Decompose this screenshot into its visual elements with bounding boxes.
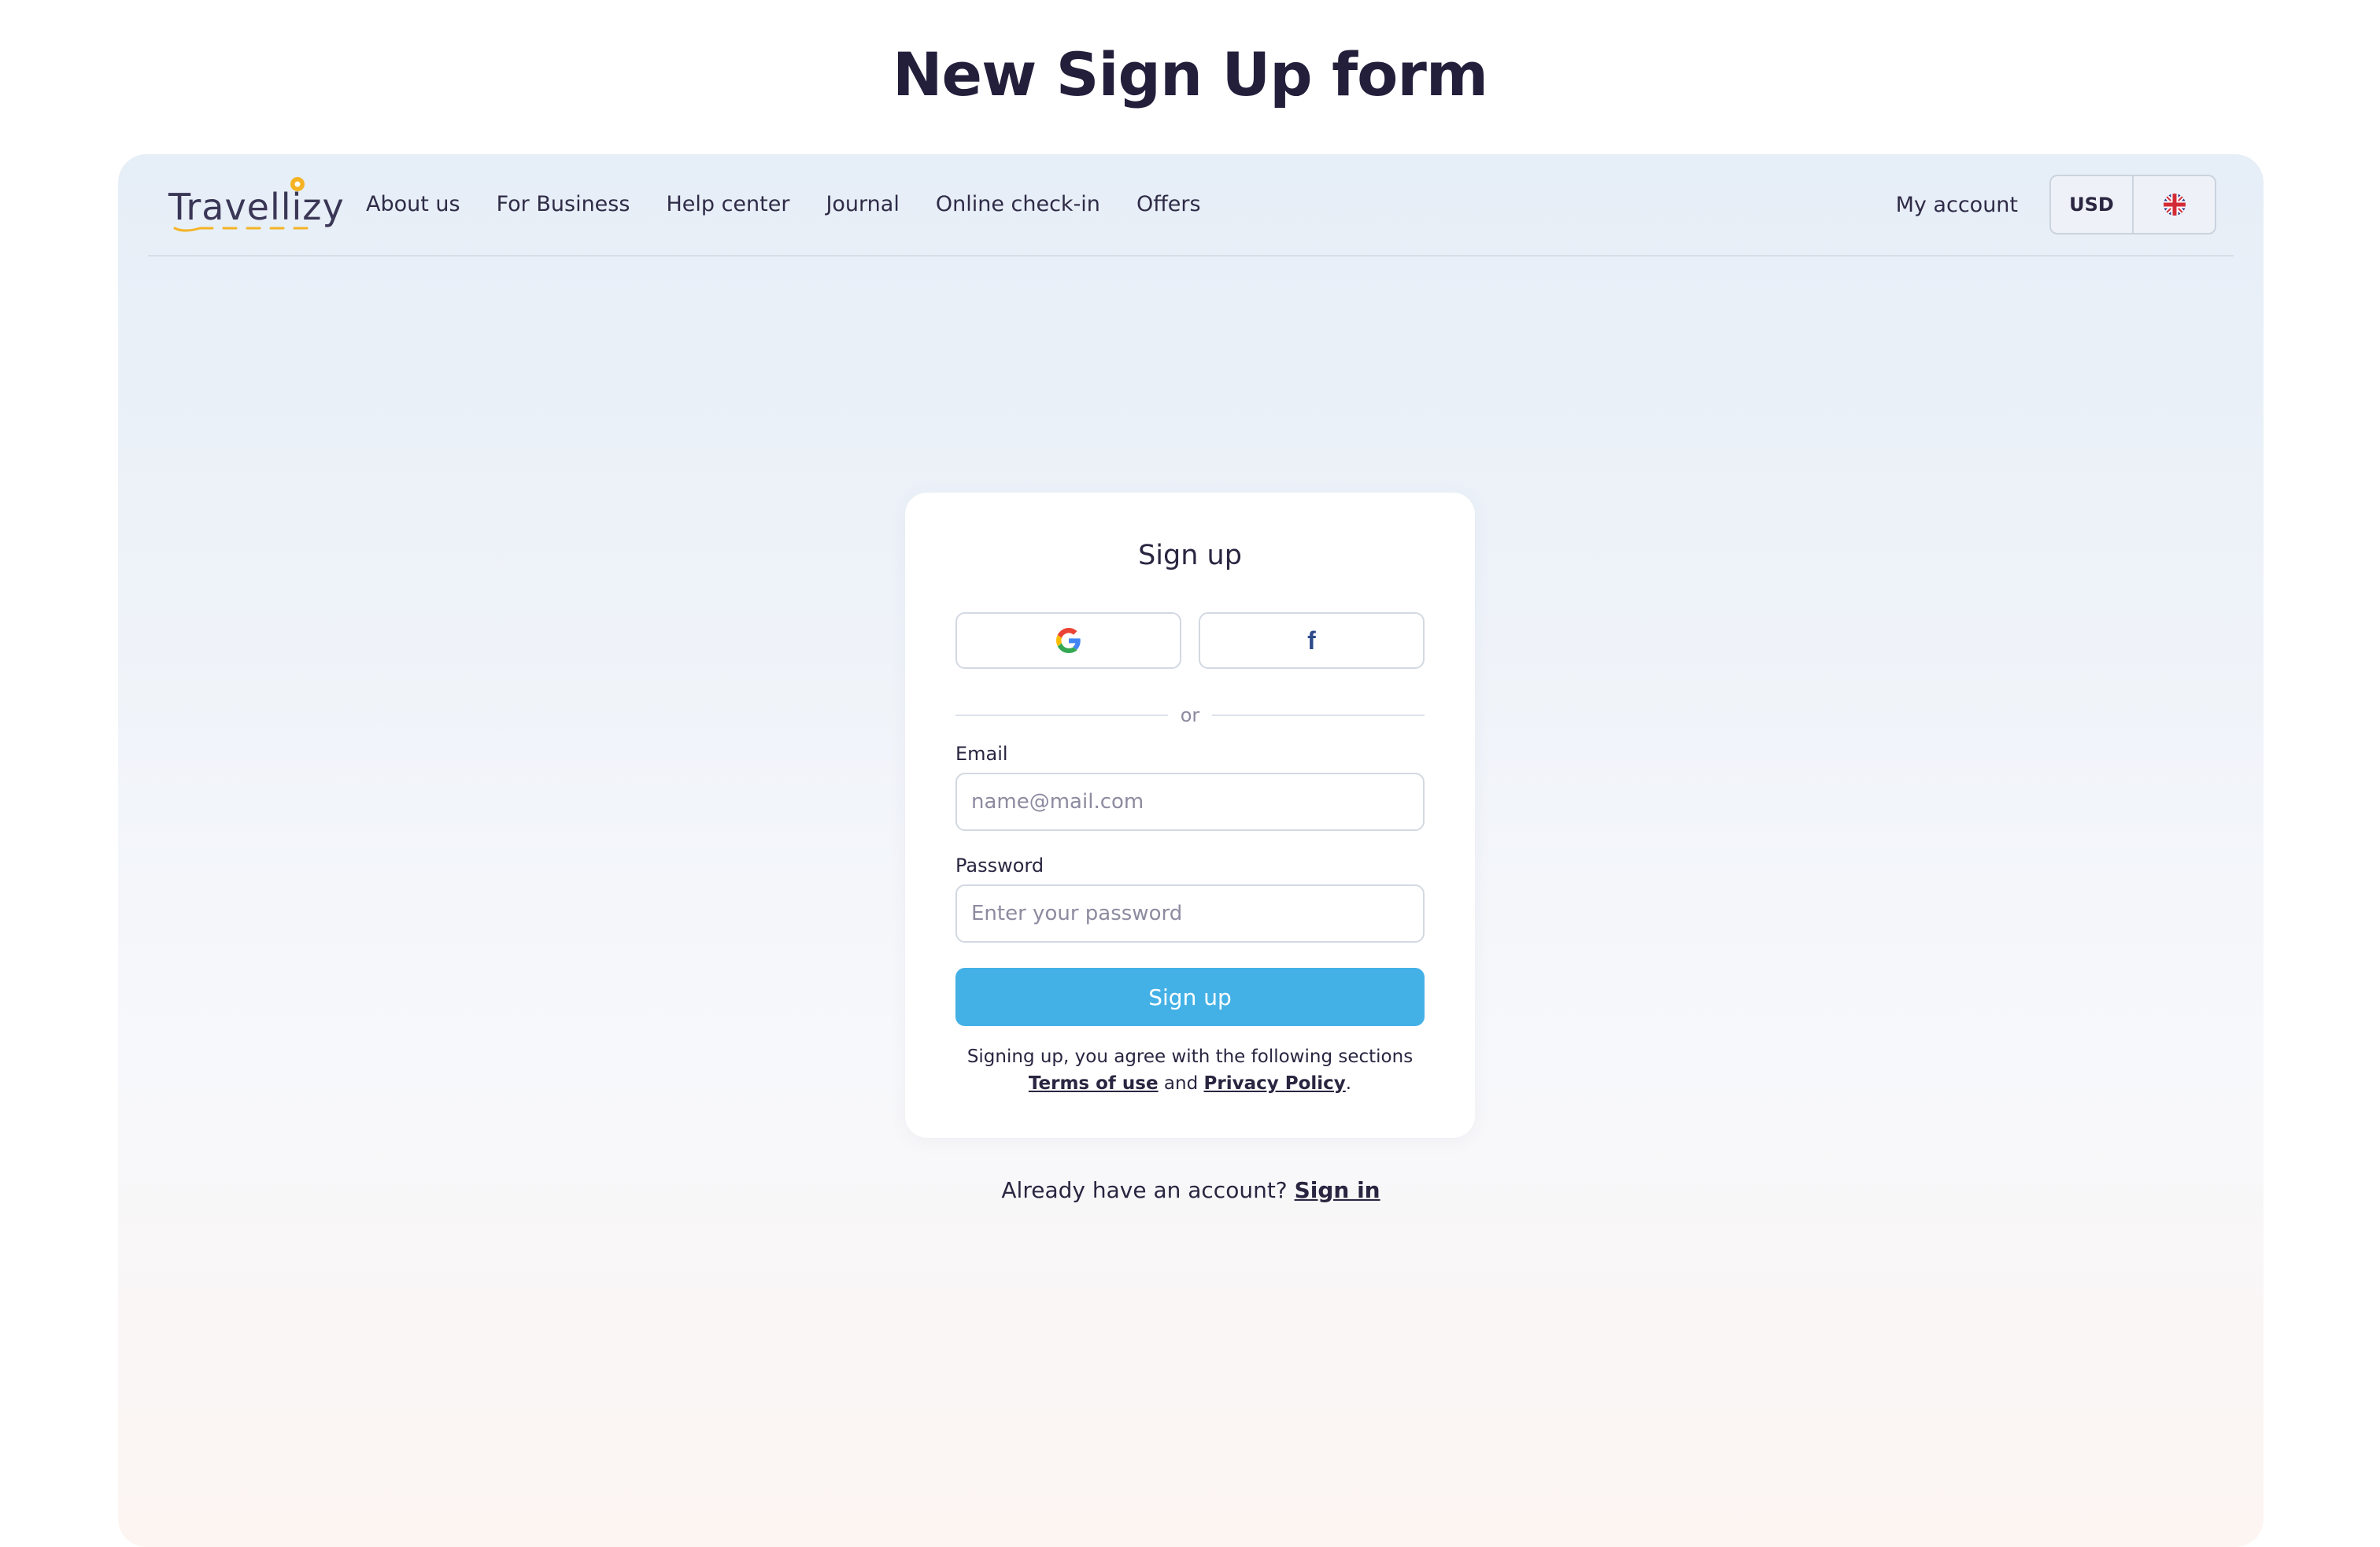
- password-input[interactable]: [955, 884, 1425, 943]
- password-label: Password: [955, 855, 1044, 877]
- nav-journal[interactable]: Journal: [826, 186, 899, 223]
- nav-online-check-in[interactable]: Online check-in: [936, 186, 1100, 223]
- or-divider: or: [955, 703, 1425, 727]
- currency-language-switcher: USD: [2049, 175, 2216, 234]
- nav-help-center[interactable]: Help center: [666, 186, 789, 223]
- legal-notice: Signing up, you agree with the following…: [937, 1043, 1443, 1097]
- legal-suffix: .: [1345, 1073, 1352, 1094]
- logo-pin-icon: [173, 177, 309, 232]
- google-signup-button[interactable]: [955, 612, 1181, 669]
- signup-submit-button[interactable]: Sign up: [955, 968, 1425, 1026]
- signin-link[interactable]: Sign in: [1295, 1177, 1380, 1203]
- privacy-policy-link[interactable]: Privacy Policy: [1204, 1073, 1346, 1094]
- nav-about-us[interactable]: About us: [366, 186, 460, 223]
- uk-flag-icon: [2163, 194, 2186, 216]
- my-account-link[interactable]: My account: [1896, 193, 2018, 217]
- terms-of-use-link[interactable]: Terms of use: [1029, 1073, 1159, 1094]
- travellizy-logo[interactable]: Travellizy: [168, 176, 344, 238]
- email-label: Email: [955, 743, 1008, 765]
- facebook-signup-button[interactable]: f: [1199, 612, 1425, 669]
- legal-prefix: Signing up, you agree with the following…: [966, 1047, 1414, 1067]
- signup-card: Sign up f or Email Password Sign up: [905, 493, 1475, 1138]
- app-window: Travellizy About us For Business Help ce…: [118, 154, 2264, 1547]
- divider-line-right: [1212, 714, 1425, 716]
- page-heading: New Sign Up form: [892, 39, 1488, 109]
- google-icon: [1055, 628, 1081, 653]
- facebook-icon: f: [1307, 626, 1316, 655]
- divider-text: or: [1180, 704, 1200, 726]
- signup-title: Sign up: [1138, 540, 1242, 571]
- nav-right: My account USD: [1896, 175, 2216, 234]
- legal-and: and: [1163, 1073, 1199, 1094]
- nav-links: About us For Business Help center Journa…: [366, 186, 1201, 223]
- top-navbar: Travellizy About us For Business Help ce…: [148, 154, 2234, 257]
- email-input[interactable]: [955, 773, 1425, 831]
- signin-prompt: Already have an account? Sign in: [118, 1177, 2264, 1203]
- language-button[interactable]: [2132, 176, 2215, 233]
- nav-for-business[interactable]: For Business: [497, 186, 630, 223]
- divider-line-left: [955, 714, 1168, 716]
- signin-prompt-text: Already have an account?: [1001, 1177, 1288, 1203]
- social-login-row: f: [955, 612, 1425, 669]
- nav-offers[interactable]: Offers: [1136, 186, 1201, 223]
- currency-button[interactable]: USD: [2051, 176, 2132, 233]
